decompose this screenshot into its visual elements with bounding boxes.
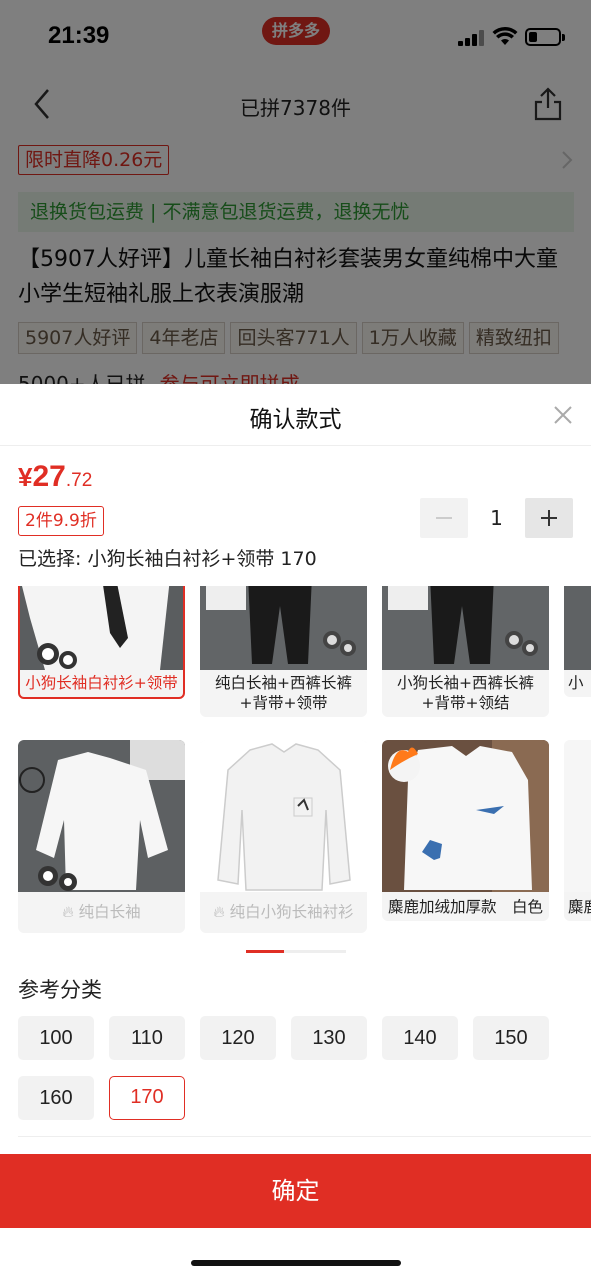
variant-option[interactable]: 小狗长袖白衬衫+领带: [18, 586, 185, 699]
variant-option[interactable]: 🔥︎ 纯白长袖: [18, 740, 185, 933]
size-option[interactable]: 110: [109, 1016, 185, 1060]
close-icon[interactable]: [552, 404, 574, 426]
variant-grid: 小狗长袖白衬衫+领带 纯白长袖+西裤长裤+背带+领带 小狗长袖+西裤长裤+背带+…: [0, 586, 591, 934]
variant-label: 🔥︎ 纯白长袖: [62, 903, 141, 921]
size-option[interactable]: 120: [200, 1016, 276, 1060]
flame-icon: 🔥︎: [213, 903, 225, 921]
white-shirt-image: [18, 740, 185, 892]
variant-image: [200, 740, 367, 892]
decrease-button[interactable]: [420, 498, 468, 538]
variant-image: [18, 740, 185, 892]
variant-image: [20, 586, 183, 670]
variant-label: 小狗长袖白衬衫+领带: [25, 674, 178, 692]
size-option[interactable]: 150: [473, 1016, 549, 1060]
price-decimal: .72: [65, 470, 93, 491]
shirt-tie-image: [20, 586, 183, 670]
variant-option[interactable]: 小狗长袖+西裤长裤+背带+领结: [382, 586, 549, 717]
variant-option[interactable]: 麋鹿加绒加厚款 白色: [382, 740, 549, 921]
sheet-header: 确认款式: [0, 384, 591, 446]
confirm-button[interactable]: 确定: [0, 1154, 591, 1228]
variant-label: 麋鹿加绒加厚款 白色: [387, 898, 543, 916]
black-pants-image: [382, 586, 549, 670]
black-pants-image: [200, 586, 367, 670]
variant-image: [200, 586, 367, 670]
divider: [18, 1136, 591, 1137]
discount-tag: 2件9.9折: [18, 506, 104, 536]
home-indicator: [191, 1260, 401, 1266]
variant-option[interactable]: 纯白长袖+西裤长裤+背带+领带: [200, 586, 367, 717]
variant-option[interactable]: 🔥︎ 纯白小狗长袖衬衫: [200, 740, 367, 933]
selected-summary: 已选择: 小狗长袖白衬衫+领带 170: [18, 548, 317, 570]
variant-label: 麋鹿: [568, 898, 591, 916]
sku-sheet: 确认款式 ¥27.72 2件9.9折 已选择: 小狗长袖白衬衫+领带 170 1…: [0, 384, 591, 1280]
variant-label: 纯白长袖+西裤长裤+背带+领带: [215, 674, 352, 712]
size-option[interactable]: 140: [382, 1016, 458, 1060]
variant-image: [382, 740, 549, 892]
variant-image: [564, 586, 591, 670]
variant-label: 小: [568, 674, 584, 692]
sheet-title: 确认款式: [249, 407, 342, 433]
size-option[interactable]: 160: [18, 1076, 94, 1120]
variant-option[interactable]: 麋鹿: [564, 740, 591, 921]
size-option[interactable]: 100: [18, 1016, 94, 1060]
price-integer: 27: [32, 460, 66, 493]
variant-option[interactable]: 小: [564, 586, 591, 697]
quantity-value[interactable]: 1: [468, 498, 525, 538]
size-option-selected[interactable]: 170: [109, 1076, 185, 1120]
variant-image: [564, 740, 591, 892]
size-section-title: 参考分类: [18, 978, 102, 1002]
increase-button[interactable]: [525, 498, 573, 538]
elk-shirt-image: [382, 740, 549, 892]
price-symbol: ¥: [18, 462, 33, 492]
price: ¥27.72: [18, 460, 92, 494]
quantity-stepper: 1: [420, 498, 573, 538]
variant-label: 🔥︎ 纯白小狗长袖衬衫: [213, 903, 354, 921]
size-option[interactable]: 130: [291, 1016, 367, 1060]
page-indicator: [246, 950, 346, 953]
flame-icon: 🔥︎: [62, 903, 74, 921]
variant-image: [382, 586, 549, 670]
variant-label: 小狗长袖+西裤长裤+背带+领结: [397, 674, 534, 712]
white-shirt-image: [200, 740, 367, 892]
